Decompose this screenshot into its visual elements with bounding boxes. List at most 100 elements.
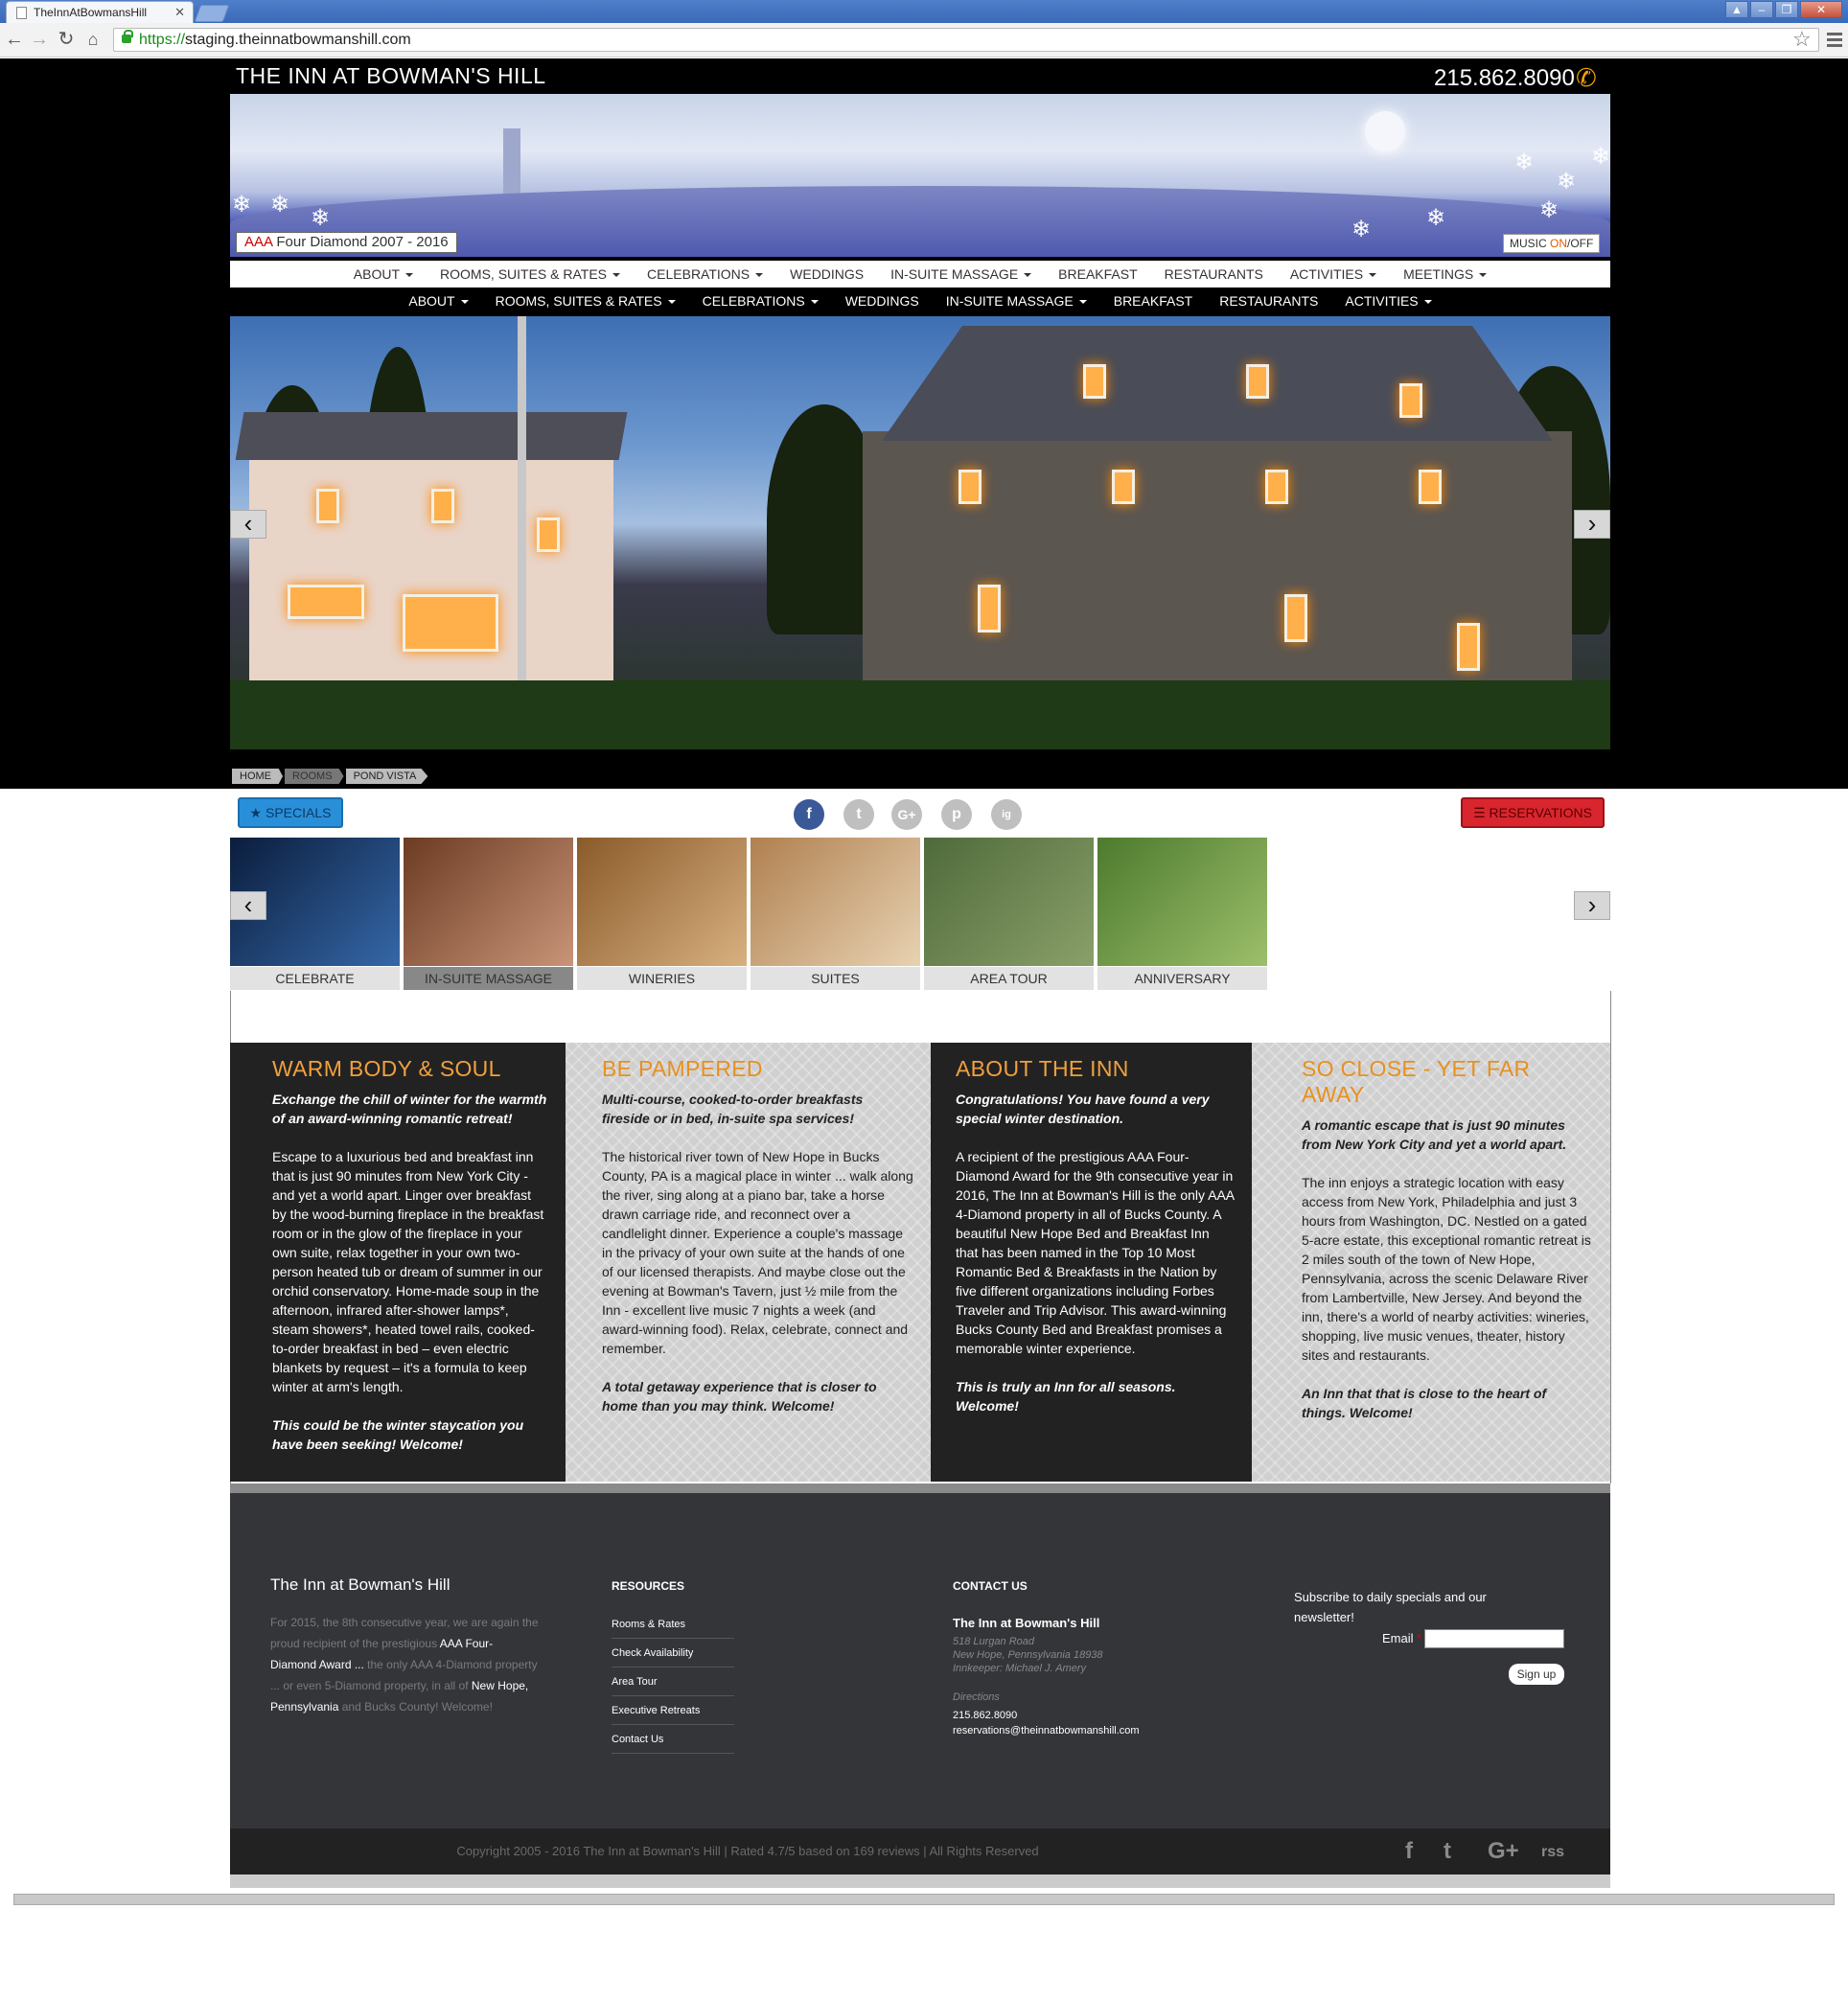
nav-item-label: ACTIVITIES bbox=[1289, 266, 1364, 282]
home-icon[interactable]: ⌂ bbox=[82, 29, 104, 50]
nav-item[interactable]: BREAKFAST bbox=[1058, 261, 1137, 288]
music-toggle[interactable]: MUSIC ON/OFF bbox=[1503, 234, 1601, 253]
nav-item[interactable]: BREAKFAST bbox=[1114, 288, 1192, 314]
footer-facebook-icon[interactable]: f bbox=[1405, 1838, 1413, 1865]
carousel-prev-arrow[interactable]: ‹ bbox=[230, 891, 266, 920]
nav-item[interactable]: WEDDINGS bbox=[790, 261, 864, 288]
directions-link[interactable]: Directions bbox=[953, 1690, 1000, 1704]
house-roof bbox=[882, 326, 1553, 441]
minimize-button[interactable]: – bbox=[1750, 1, 1773, 18]
window bbox=[1265, 470, 1288, 504]
nav-item[interactable]: IN-SUITE MASSAGE bbox=[890, 261, 1032, 288]
carousel-item[interactable]: ANNIVERSARY bbox=[1097, 838, 1267, 991]
nav-item[interactable]: ABOUT bbox=[408, 288, 469, 314]
header-phone[interactable]: 215.862.8090 bbox=[1434, 65, 1575, 92]
carousel-item[interactable]: AREA TOUR bbox=[924, 838, 1094, 991]
page-icon bbox=[16, 7, 27, 19]
footer-twitter-icon[interactable]: t bbox=[1444, 1838, 1451, 1865]
nav-item[interactable]: MEETINGS bbox=[1403, 261, 1488, 288]
snowflake-icon: ❄ bbox=[1557, 169, 1577, 195]
window bbox=[537, 518, 560, 552]
hero-photo bbox=[230, 316, 1610, 749]
address-line-1: 518 Lurgan Road bbox=[953, 1636, 1035, 1647]
carousel-item[interactable]: SUITES bbox=[751, 838, 920, 991]
address-bar[interactable]: https://staging.theinnatbowmanshill.com bbox=[113, 28, 1819, 52]
user-icon[interactable]: ▲ bbox=[1725, 1, 1748, 18]
facebook-icon[interactable]: f bbox=[794, 799, 824, 830]
browser-tab[interactable]: TheInnAtBowmansHill ✕ bbox=[6, 1, 194, 23]
carousel-item[interactable]: WINERIES bbox=[577, 838, 747, 991]
breadcrumb-item[interactable]: HOME bbox=[232, 769, 283, 784]
resource-link[interactable]: Rooms & Rates bbox=[612, 1610, 734, 1639]
snowflake-icon: ❄ bbox=[270, 192, 290, 218]
google-plus-icon[interactable]: G+ bbox=[891, 799, 922, 830]
contact-email[interactable]: reservations@theinnatbowmanshill.com bbox=[953, 1723, 1140, 1738]
forward-icon[interactable]: → bbox=[29, 29, 50, 50]
flag-pole bbox=[518, 316, 526, 728]
resource-link[interactable]: Area Tour bbox=[612, 1668, 734, 1696]
nav-item[interactable]: CELEBRATIONS bbox=[703, 288, 819, 314]
column-body: The inn enjoys a strategic location with… bbox=[1302, 1175, 1591, 1363]
nav-item-label: IN-SUITE MASSAGE bbox=[890, 266, 1019, 282]
back-icon[interactable]: ← bbox=[4, 29, 25, 50]
resource-link[interactable]: Executive Retreats bbox=[612, 1696, 734, 1725]
reservations-label: RESERVATIONS bbox=[1489, 805, 1592, 820]
award-prefix: AAA bbox=[244, 234, 273, 250]
contact-phone[interactable]: 215.862.8090 bbox=[953, 1708, 1017, 1723]
nav-item-label: BREAKFAST bbox=[1058, 266, 1138, 282]
nav-item[interactable]: RESTAURANTS bbox=[1165, 261, 1263, 288]
nav-item[interactable]: ROOMS, SUITES & RATES bbox=[440, 261, 621, 288]
restore-button[interactable]: ❐ bbox=[1775, 1, 1798, 18]
carousel-next-arrow[interactable]: › bbox=[1574, 891, 1610, 920]
nav-item[interactable]: WEDDINGS bbox=[845, 288, 919, 314]
url-host: staging.theinnatbowmanshill.com bbox=[185, 32, 411, 48]
nav-item-label: WEDDINGS bbox=[790, 266, 865, 282]
column-title: SO CLOSE - YET FAR AWAY bbox=[1302, 1056, 1531, 1107]
reload-icon[interactable]: ↻ bbox=[56, 29, 77, 50]
nav-item[interactable]: ACTIVITIES bbox=[1289, 261, 1377, 288]
breadcrumb-item[interactable]: ROOMS bbox=[285, 769, 344, 784]
pinterest-icon[interactable]: p bbox=[941, 799, 972, 830]
nav-item[interactable]: ABOUT bbox=[354, 261, 414, 288]
instagram-icon[interactable]: ig bbox=[991, 799, 1022, 830]
close-tab-icon[interactable]: ✕ bbox=[174, 2, 185, 23]
footer-rss-icon[interactable]: rss bbox=[1541, 1844, 1564, 1861]
hero-next-arrow[interactable]: › bbox=[1574, 510, 1610, 539]
site-logo[interactable]: THE INN AT BOWMAN'S HILL bbox=[236, 63, 546, 89]
nav-item[interactable]: CELEBRATIONS bbox=[647, 261, 764, 288]
resource-link[interactable]: Check Availability bbox=[612, 1639, 734, 1668]
carousel-item[interactable]: IN-SUITE MASSAGE bbox=[404, 838, 573, 991]
hero-prev-arrow[interactable]: ‹ bbox=[230, 510, 266, 539]
column-warm-body-soul: WARM BODY & SOUL Exchange the chill of w… bbox=[230, 1043, 566, 1482]
reservations-button[interactable]: ☰ RESERVATIONS bbox=[1461, 797, 1605, 828]
close-window-button[interactable]: ✕ bbox=[1800, 1, 1842, 18]
secondary-nav: ABOUT ROOMS, SUITES & RATES CELEBRATIONS WE… bbox=[230, 288, 1610, 314]
window bbox=[1112, 470, 1135, 504]
twitter-icon[interactable]: t bbox=[843, 799, 874, 830]
nav-item-label: IN-SUITE MASSAGE bbox=[945, 293, 1074, 309]
nav-item[interactable]: ROOMS, SUITES & RATES bbox=[496, 288, 676, 314]
nav-item[interactable]: IN-SUITE MASSAGE bbox=[946, 288, 1087, 314]
caret-down-icon bbox=[667, 300, 676, 305]
music-on: ON bbox=[1550, 237, 1568, 250]
column-about-the-inn: ABOUT THE INN Congratulations! You have … bbox=[931, 1043, 1252, 1482]
lock-icon bbox=[122, 30, 133, 43]
house-roof bbox=[235, 412, 628, 460]
specials-button[interactable]: ★ SPECIALS bbox=[238, 797, 343, 828]
nav-item[interactable]: RESTAURANTS bbox=[1219, 288, 1318, 314]
browser-menu-icon[interactable] bbox=[1827, 33, 1842, 48]
horizontal-scrollbar[interactable] bbox=[13, 1894, 1835, 1905]
nav-item-label: RESTAURANTS bbox=[1164, 266, 1263, 282]
nav-item-label: RESTAURANTS bbox=[1219, 293, 1319, 309]
newsletter-email-input[interactable] bbox=[1424, 1629, 1564, 1648]
footer-google-plus-icon[interactable]: G+ bbox=[1488, 1838, 1519, 1865]
bookmark-star-icon[interactable]: ☆ bbox=[1792, 27, 1812, 52]
snowflake-icon: ❄ bbox=[232, 192, 252, 218]
window bbox=[316, 489, 339, 523]
award-text: Four Diamond 2007 - 2016 bbox=[276, 234, 449, 250]
nav-item[interactable]: ACTIVITIES bbox=[1345, 288, 1432, 314]
nav-item-label: CELEBRATIONS bbox=[647, 266, 751, 282]
window bbox=[1284, 594, 1307, 642]
signup-button[interactable]: Sign up bbox=[1509, 1664, 1564, 1685]
resource-link[interactable]: Contact Us bbox=[612, 1725, 734, 1754]
